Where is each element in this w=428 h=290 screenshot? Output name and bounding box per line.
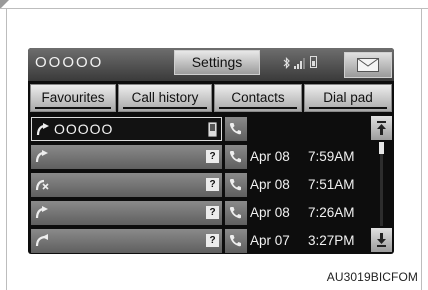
tab-call-history[interactable]: Call history [118,84,212,112]
call-date: Apr 08 [250,177,290,192]
contact-cell[interactable]: ? [31,229,222,253]
call-time: 3:27PM [308,233,355,248]
call-button[interactable] [225,173,247,197]
phone-handset-icon [229,235,241,247]
envelope-icon [357,58,379,72]
call-history-list: OOOOO ? Apr 08 7:59AM ? Apr 08 7:51AM ? … [28,116,368,254]
incoming-call-icon [35,234,48,247]
device-name: OOOOO [35,54,104,71]
scroll-track[interactable] [380,142,383,226]
contact-cell[interactable]: OOOOO [31,117,222,141]
call-time: 7:59AM [308,149,355,164]
contact-cell[interactable]: ? [31,145,222,169]
outgoing-call-icon [35,206,48,219]
phone-screen: OOOOO Settings Favourites Call history C… [28,48,394,254]
tab-bar: Favourites Call history Contacts Dial pa… [28,84,394,112]
call-button[interactable] [225,201,247,225]
scroll-up-button[interactable] [371,116,392,140]
arrow-down-icon [377,233,386,247]
phone-handset-icon [229,179,241,191]
phone-handset-icon [229,207,241,219]
phone-handset-icon [229,151,241,163]
bluetooth-icon [283,56,290,69]
signal-icon [294,56,306,69]
call-button[interactable] [225,145,247,169]
call-row[interactable]: ? Apr 08 7:26AM [28,200,368,226]
manual-frame-right [421,8,422,290]
settings-button[interactable]: Settings [174,50,260,75]
scroll-thumb[interactable] [379,142,384,154]
mail-button[interactable] [344,52,392,78]
call-time: 7:51AM [308,177,355,192]
missed-call-icon [35,179,49,191]
unknown-number-icon: ? [206,206,219,219]
manual-frame-left [6,8,7,290]
tab-favourites[interactable]: Favourites [30,84,116,112]
call-button[interactable] [225,117,247,141]
mobile-phone-icon [208,122,217,137]
unknown-number-icon: ? [206,234,219,247]
unknown-number-icon: ? [206,178,219,191]
call-row[interactable]: ? Apr 07 3:27PM [28,228,368,254]
tab-contacts[interactable]: Contacts [214,84,302,112]
unknown-number-icon: ? [206,150,219,163]
manual-frame-top [0,8,428,9]
battery-icon [310,56,317,68]
call-time: 7:26AM [308,205,355,220]
contact-cell[interactable]: ? [31,173,222,197]
outgoing-call-icon [35,150,48,163]
contact-cell[interactable]: ? [31,201,222,225]
outgoing-call-icon [36,123,49,136]
tab-dial-pad[interactable]: Dial pad [304,84,392,112]
call-date: Apr 07 [250,233,290,248]
call-row[interactable]: ? Apr 08 7:51AM [28,172,368,198]
call-row[interactable]: ? Apr 08 7:59AM [28,144,368,170]
call-date: Apr 08 [250,205,290,220]
top-bar: OOOOO Settings [28,48,394,81]
arrow-up-icon [377,121,386,135]
contact-name: OOOOO [54,121,114,137]
phone-handset-icon [229,123,241,135]
figure-code: AU3019BICFOM [326,270,418,284]
scroll-down-button[interactable] [371,228,392,252]
call-row[interactable]: OOOOO [28,116,368,142]
call-date: Apr 08 [250,149,290,164]
call-button[interactable] [225,229,247,253]
